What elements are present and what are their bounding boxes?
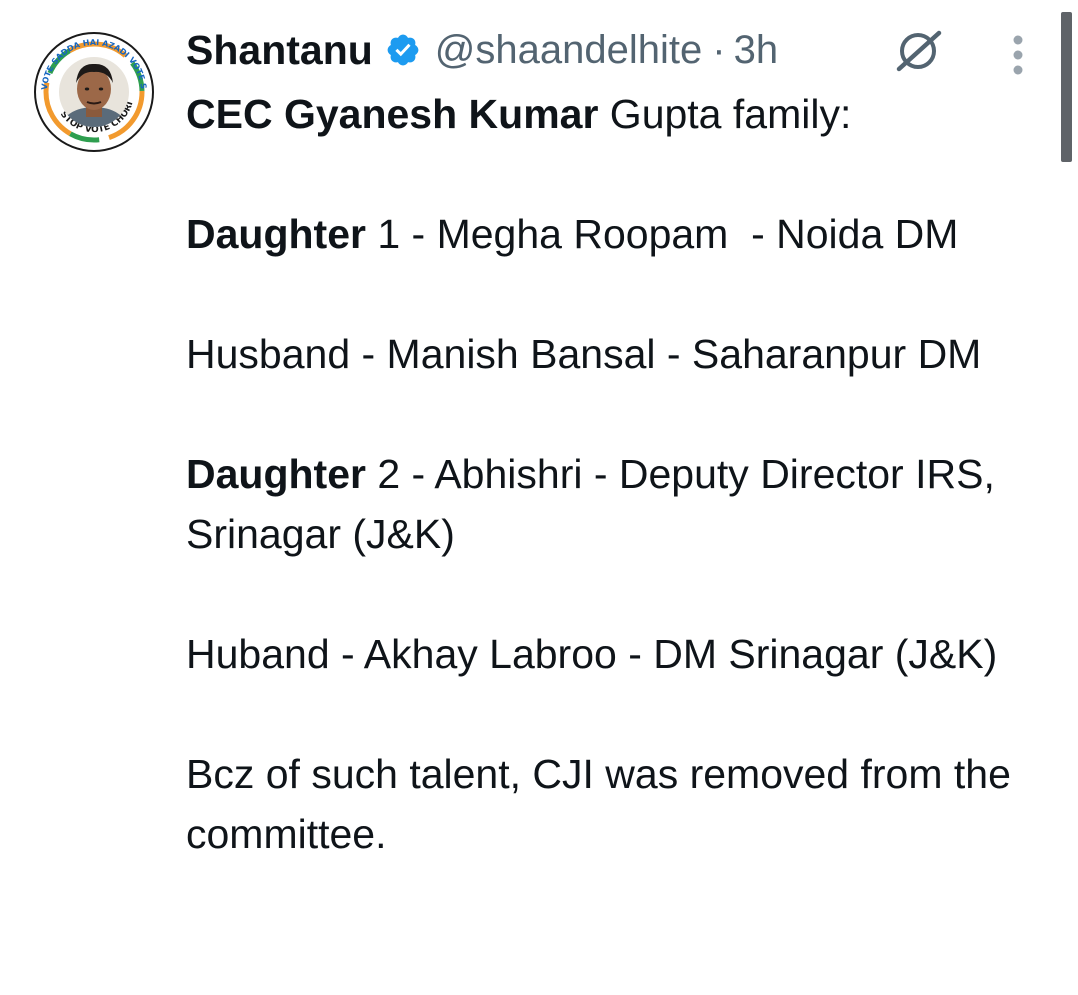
- paragraph-text: 1 - Megha Roopam - Noida DM: [365, 211, 959, 257]
- author-name[interactable]: Shantanu: [186, 27, 373, 74]
- author-handle[interactable]: @shaandelhite: [435, 28, 702, 73]
- paragraph-text: Husband - Manish Bansal - Saharanpur DM: [186, 331, 982, 377]
- separator-dot: ·: [712, 27, 726, 72]
- more-vertical-icon[interactable]: [1005, 34, 1031, 76]
- bold-text: Daughter: [186, 211, 366, 257]
- paragraph-text: Gupta family:: [598, 91, 852, 137]
- scrollbar[interactable]: [1061, 12, 1072, 162]
- grok-icon[interactable]: [893, 29, 945, 73]
- avatar[interactable]: VOTE SADDA HAI AZADI VOTE SADDA HAI STOP…: [33, 31, 155, 153]
- bold-text: CEC Gyanesh Kumar: [186, 91, 599, 137]
- tweet-paragraph: Husband - Manish Bansal - Saharanpur DM: [186, 324, 1056, 384]
- paragraph-text: Bcz of such talent, CJI was removed from…: [186, 751, 1011, 857]
- tweet-text: CEC Gyanesh Kumar Gupta family: Daughter…: [186, 84, 1056, 924]
- bold-text: Daughter: [186, 451, 366, 497]
- tweet-paragraph: CEC Gyanesh Kumar Gupta family:: [186, 84, 1056, 144]
- tweet-paragraph: Daughter 1 - Megha Roopam - Noida DM: [186, 204, 1056, 264]
- tweet-header: Shantanu @shaandelhite · 3h: [186, 24, 778, 76]
- tweet-paragraph: Huband - Akhay Labroo - DM Srinagar (J&K…: [186, 624, 1056, 684]
- paragraph-text: Huband - Akhay Labroo - DM Srinagar (J&K…: [186, 631, 998, 677]
- tweet-paragraph: Daughter 2 - Abhishri - Deputy Director …: [186, 444, 1056, 564]
- avatar-image: VOTE SADDA HAI AZADI VOTE SADDA HAI STOP…: [33, 31, 154, 152]
- tweet-paragraph: Bcz of such talent, CJI was removed from…: [186, 744, 1056, 864]
- verified-badge-icon[interactable]: [385, 32, 421, 68]
- timestamp[interactable]: 3h: [734, 28, 779, 73]
